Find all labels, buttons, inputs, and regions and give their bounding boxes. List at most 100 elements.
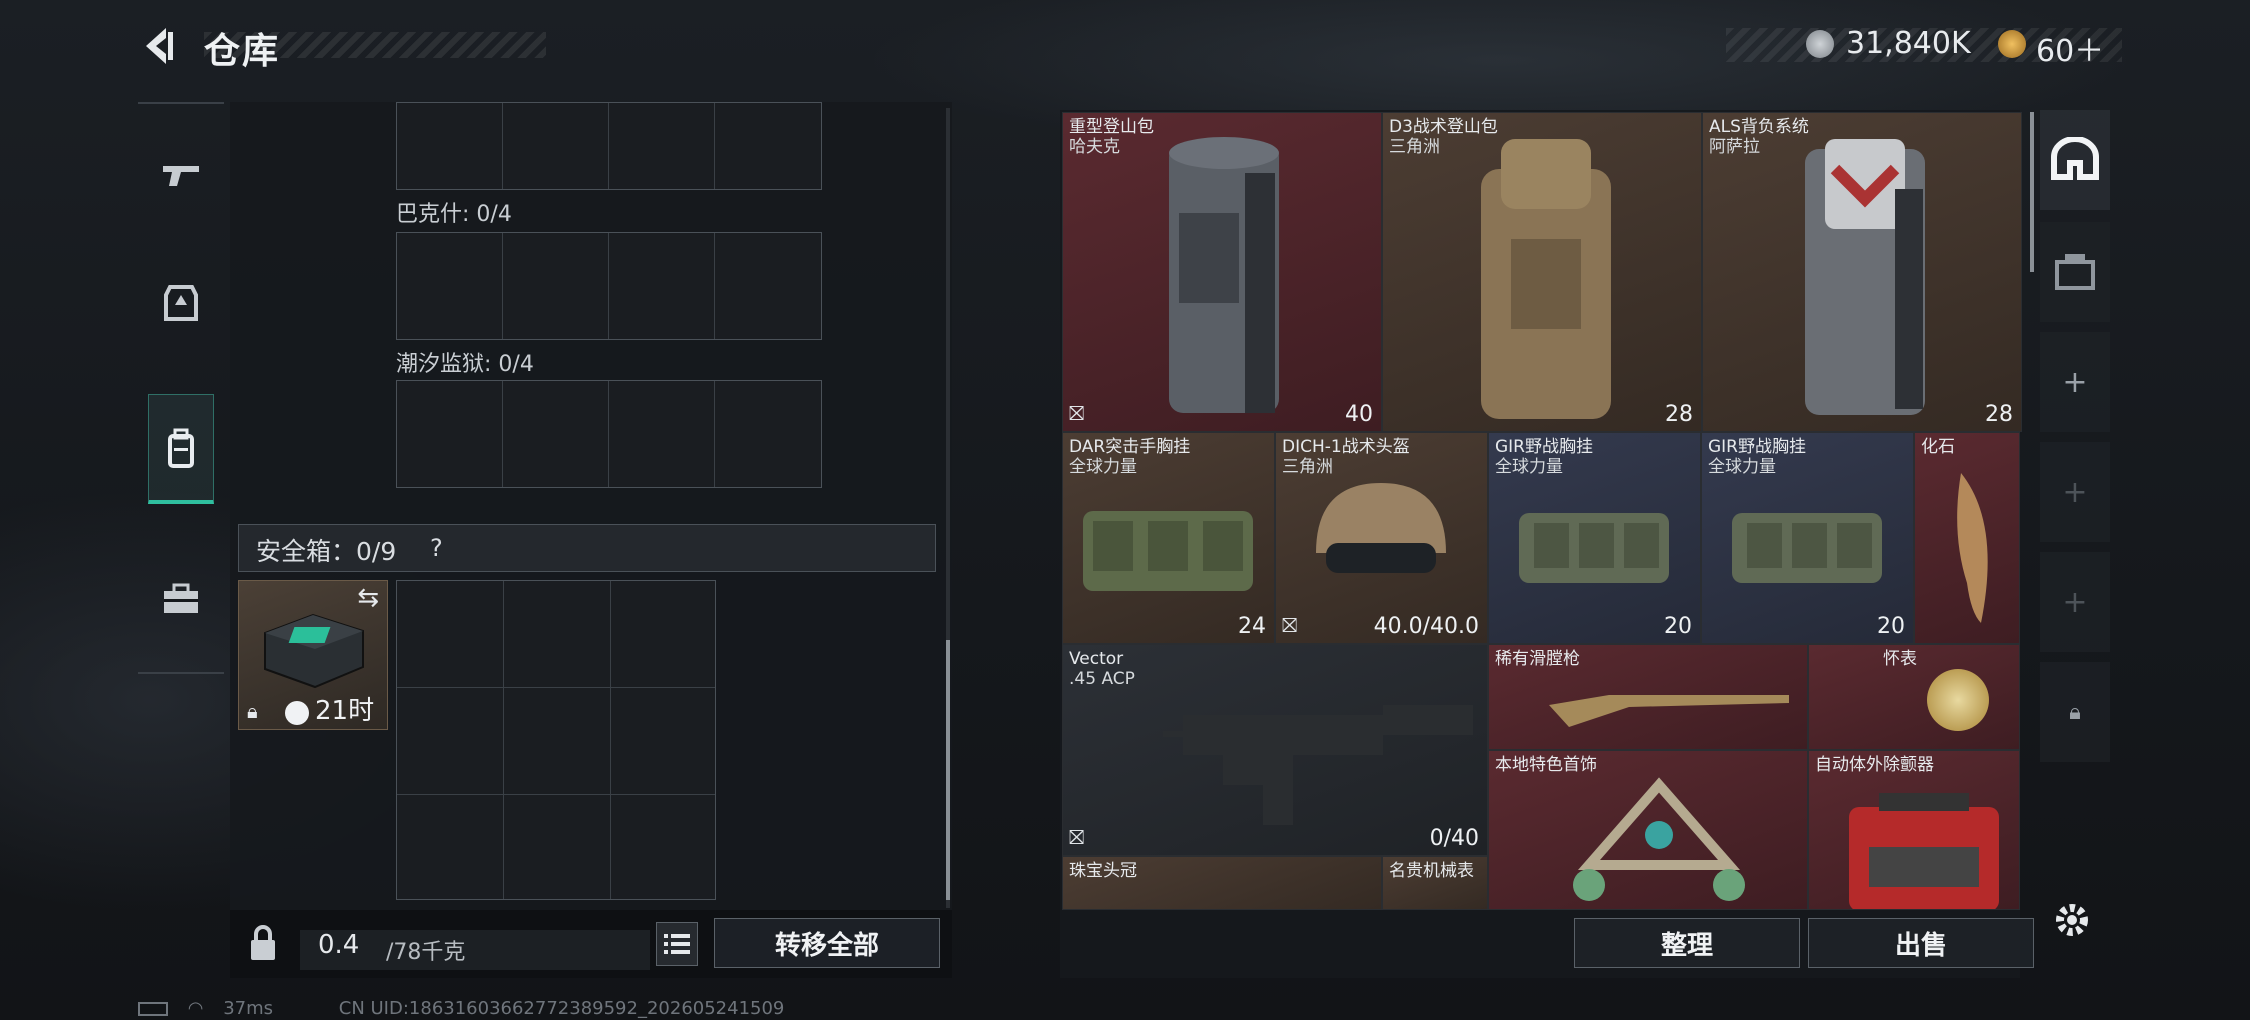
weight-value: 0.4 (318, 930, 360, 960)
musket-image (1549, 695, 1789, 727)
item-name: 怀表 (1883, 649, 1917, 669)
backpack-icon (168, 428, 194, 468)
item-armor: 20 (1877, 614, 1905, 639)
help-icon[interactable]: ? (430, 534, 443, 562)
item-origin: 全球力量 (1495, 457, 1563, 477)
item-dich-helmet[interactable]: DICH-1战术头盔 三角洲 ⛝ 40.0/40.0 (1275, 432, 1488, 644)
armor-icon (164, 285, 198, 321)
settings-gear-icon[interactable] (2052, 900, 2092, 940)
lock-icon: 🔒︎ (247, 699, 258, 723)
nav-backpack[interactable] (148, 394, 214, 504)
item-origin: 阿萨拉 (1709, 137, 1760, 157)
item-capacity: 40 (1345, 402, 1373, 427)
helmet-image (1316, 483, 1446, 573)
smg-image (1163, 705, 1473, 825)
item-origin: 全球力量 (1069, 457, 1137, 477)
add-tab-button[interactable]: + (2040, 442, 2110, 542)
item-origin: 哈夫克 (1069, 137, 1120, 157)
back-arrow-icon[interactable] (138, 22, 180, 70)
silver-coin-icon (1806, 30, 1834, 58)
silver-amount: 31,840K (1846, 26, 1971, 61)
lock-icon[interactable] (248, 924, 278, 962)
list-icon (664, 934, 690, 954)
item-luxury-watch[interactable]: 名贵机械表 (1382, 856, 1488, 910)
item-durability: 40.0/40.0 (1373, 614, 1479, 639)
stash-tabs: + + + 🔒︎ (2040, 110, 2110, 800)
pocket-watch-image (1927, 669, 1989, 731)
no-trade-icon: ⛝ (1282, 613, 1298, 637)
locked-tab-icon[interactable]: 🔒︎ (2040, 662, 2110, 762)
item-d3-backpack[interactable]: D3战术登山包 三角洲 28 (1382, 112, 1702, 432)
item-name: 本地特色首饰 (1495, 755, 1597, 775)
sort-button[interactable]: 整理 (1574, 918, 1800, 968)
item-fossil[interactable]: 化石 (1914, 432, 2020, 644)
sell-button[interactable]: 出售 (1808, 918, 2034, 968)
item-jewel-crown[interactable]: 珠宝头冠 (1062, 856, 1382, 910)
item-name: DICH-1战术头盔 (1282, 437, 1410, 457)
left-scrollbar-thumb[interactable] (946, 640, 950, 900)
safe-time: 21时 (315, 696, 375, 726)
list-button[interactable] (656, 922, 698, 966)
add-tab-button[interactable]: + (2040, 332, 2110, 432)
safe-box-item[interactable]: ⇆ 🔒︎ 21时 (238, 580, 388, 730)
nav-briefcase[interactable] (148, 544, 214, 654)
weight-capacity: /78千克 (386, 940, 466, 965)
item-name: ALS背负系统 (1709, 117, 1809, 137)
uid: CN UID:18631603662772389592_202605241509 (338, 998, 785, 1019)
fossil-image (1957, 473, 1988, 623)
item-capacity: 28 (1985, 402, 2013, 427)
item-pocket-watch[interactable]: 怀表 (1808, 644, 2020, 750)
item-heavy-backpack[interactable]: 重型登山包 哈夫克 ⛝ 40 (1062, 112, 1382, 432)
defibrillator-image (1849, 793, 1999, 909)
item-name: 稀有滑膛枪 (1495, 649, 1580, 669)
item-jewelry[interactable]: 本地特色首饰 (1488, 750, 1808, 910)
add-tab-button[interactable]: + (2040, 552, 2110, 652)
gold-coin-icon (1998, 30, 2026, 58)
vest-image (1083, 511, 1253, 591)
pistol-icon (163, 166, 199, 186)
clock-icon (285, 701, 309, 725)
stash-tab-main[interactable] (2040, 110, 2110, 210)
container-grid-1[interactable] (396, 232, 822, 340)
battery-icon (138, 1002, 168, 1016)
item-gir-vest-2[interactable]: GIR野战胸挂 全球力量 20 (1701, 432, 1914, 644)
backpack-image (1805, 139, 1925, 415)
no-trade-icon: ⛝ (1069, 401, 1085, 425)
item-als-backpack[interactable]: ALS背负系统 阿萨拉 28 (1702, 112, 2022, 432)
item-name: 化石 (1921, 437, 1955, 457)
safe-box-label: 安全箱：0/9 (256, 537, 397, 566)
nav-weapons[interactable] (148, 120, 214, 230)
safe-box-image (264, 613, 364, 689)
item-musket[interactable]: 稀有滑膛枪 (1488, 644, 1808, 750)
storage-icon (2055, 254, 2095, 290)
item-caliber: .45 ACP (1069, 669, 1135, 689)
status-bar: ◠ 37ms CN UID:18631603662772389592_20260… (138, 998, 784, 1019)
gold-amount[interactable]: 60＋ (2036, 26, 2104, 70)
item-dar-vest[interactable]: DAR突击手胸挂 全球力量 24 (1062, 432, 1275, 644)
left-nav (138, 102, 224, 674)
page-title: 仓库 (204, 31, 281, 72)
transfer-all-button[interactable]: 转移全部 (714, 918, 940, 968)
item-name: D3战术登山包 (1389, 117, 1498, 137)
safe-box-grid[interactable] (396, 580, 716, 900)
item-vector[interactable]: Vector .45 ACP ⛝ 0/40 (1062, 644, 1488, 856)
container-grid-2[interactable] (396, 380, 822, 488)
jewelry-image (1573, 777, 1745, 901)
right-scrollbar-thumb[interactable] (2030, 112, 2034, 272)
item-origin: 三角洲 (1282, 457, 1333, 477)
item-armor: 20 (1664, 614, 1692, 639)
container-label-1: 巴克什: 0/4 (396, 202, 512, 227)
item-name: 自动体外除颤器 (1815, 755, 1934, 775)
briefcase-icon (164, 583, 198, 613)
item-ammo: 0/40 (1429, 826, 1479, 851)
item-armor: 24 (1238, 614, 1266, 639)
container-grid-top[interactable] (396, 102, 822, 190)
house-icon (2051, 137, 2099, 180)
item-name: DAR突击手胸挂 (1069, 437, 1191, 457)
backpack-image (1481, 139, 1611, 419)
item-name: GIR野战胸挂 (1495, 437, 1593, 457)
item-gir-vest-1[interactable]: GIR野战胸挂 全球力量 20 (1488, 432, 1701, 644)
nav-gear[interactable] (148, 248, 214, 358)
stash-tab-2[interactable] (2040, 222, 2110, 322)
item-defibrillator[interactable]: 自动体外除颤器 (1808, 750, 2020, 910)
